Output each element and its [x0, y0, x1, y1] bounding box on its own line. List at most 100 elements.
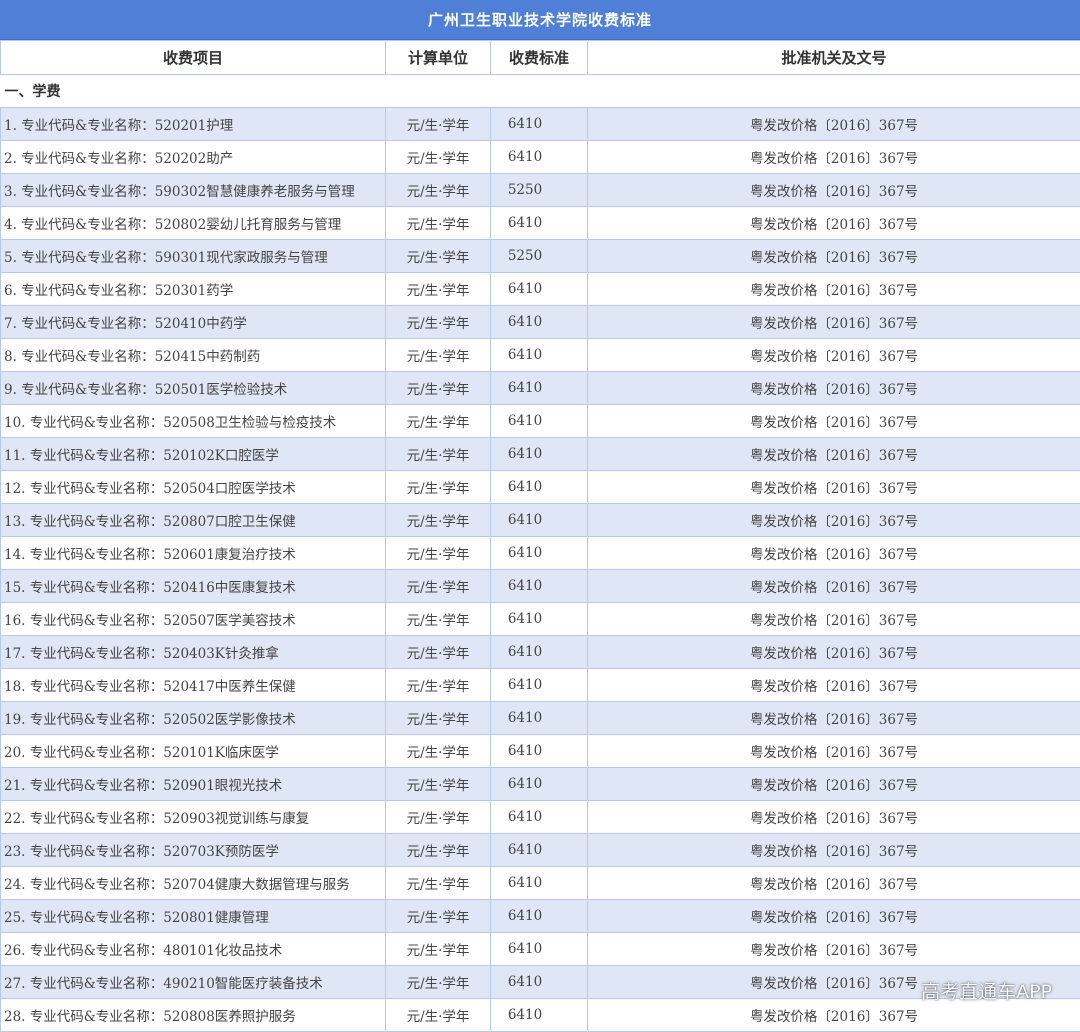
major-name-cell: 16. 专业代码&专业名称：520507医学美容技术: [1, 603, 386, 636]
unit-cell: 元/生·学年: [386, 768, 491, 801]
major-name-cell: 12. 专业代码&专业名称：520504口腔医学技术: [1, 471, 386, 504]
authority-cell: 粤发改价格〔2016〕367号: [588, 372, 1080, 405]
fee-cell: 6410: [491, 867, 588, 900]
unit-cell: 元/生·学年: [386, 669, 491, 702]
header-unit: 计算单位: [386, 41, 491, 75]
authority-cell: 粤发改价格〔2016〕367号: [588, 405, 1080, 438]
table-row: 16. 专业代码&专业名称：520507医学美容技术元/生·学年6410粤发改价…: [1, 603, 1080, 636]
table-row: 25. 专业代码&专业名称：520801健康管理元/生·学年6410粤发改价格〔…: [1, 900, 1080, 933]
authority-cell: 粤发改价格〔2016〕367号: [588, 669, 1080, 702]
fee-cell: 6410: [491, 900, 588, 933]
fee-cell: 6410: [491, 471, 588, 504]
fee-cell: 6410: [491, 372, 588, 405]
major-name-cell: 2. 专业代码&专业名称：520202助产: [1, 141, 386, 174]
major-name-cell: 28. 专业代码&专业名称：520808医养照护服务: [1, 999, 386, 1032]
major-name-cell: 22. 专业代码&专业名称：520903视觉训练与康复: [1, 801, 386, 834]
major-name-cell: 11. 专业代码&专业名称：520102K口腔医学: [1, 438, 386, 471]
table-row: 18. 专业代码&专业名称：520417中医养生保健元/生·学年6410粤发改价…: [1, 669, 1080, 702]
unit-cell: 元/生·学年: [386, 933, 491, 966]
fee-cell: 6410: [491, 570, 588, 603]
authority-cell: 粤发改价格〔2016〕367号: [588, 933, 1080, 966]
authority-cell: 粤发改价格〔2016〕367号: [588, 273, 1080, 306]
fee-cell: 6410: [491, 669, 588, 702]
fee-cell: 6410: [491, 438, 588, 471]
authority-cell: 粤发改价格〔2016〕367号: [588, 570, 1080, 603]
major-name-cell: 9. 专业代码&专业名称：520501医学检验技术: [1, 372, 386, 405]
authority-cell: 粤发改价格〔2016〕367号: [588, 438, 1080, 471]
major-name-cell: 10. 专业代码&专业名称：520508卫生检验与检疫技术: [1, 405, 386, 438]
fee-table: 收费项目 计算单位 收费标准 批准机关及文号 一、学费 1. 专业代码&专业名称…: [0, 40, 1080, 1032]
fee-cell: 6410: [491, 108, 588, 141]
unit-cell: 元/生·学年: [386, 834, 491, 867]
table-row: 10. 专业代码&专业名称：520508卫生检验与检疫技术元/生·学年6410粤…: [1, 405, 1080, 438]
unit-cell: 元/生·学年: [386, 141, 491, 174]
authority-cell: 粤发改价格〔2016〕367号: [588, 141, 1080, 174]
authority-cell: 粤发改价格〔2016〕367号: [588, 735, 1080, 768]
header-standard: 收费标准: [491, 41, 588, 75]
major-name-cell: 21. 专业代码&专业名称：520901眼视光技术: [1, 768, 386, 801]
header-authority: 批准机关及文号: [588, 41, 1080, 75]
fee-cell: 6410: [491, 801, 588, 834]
table-row: 26. 专业代码&专业名称：480101化妆品技术元/生·学年6410粤发改价格…: [1, 933, 1080, 966]
unit-cell: 元/生·学年: [386, 504, 491, 537]
authority-cell: 粤发改价格〔2016〕367号: [588, 207, 1080, 240]
authority-cell: 粤发改价格〔2016〕367号: [588, 174, 1080, 207]
major-name-cell: 19. 专业代码&专业名称：520502医学影像技术: [1, 702, 386, 735]
table-row: 17. 专业代码&专业名称：520403K针灸推拿元/生·学年6410粤发改价格…: [1, 636, 1080, 669]
authority-cell: 粤发改价格〔2016〕367号: [588, 834, 1080, 867]
major-name-cell: 23. 专业代码&专业名称：520703K预防医学: [1, 834, 386, 867]
table-row: 20. 专业代码&专业名称：520101K临床医学元/生·学年6410粤发改价格…: [1, 735, 1080, 768]
fee-cell: 6410: [491, 537, 588, 570]
major-name-cell: 3. 专业代码&专业名称：590302智慧健康养老服务与管理: [1, 174, 386, 207]
header-item: 收费项目: [1, 41, 386, 75]
major-name-cell: 25. 专业代码&专业名称：520801健康管理: [1, 900, 386, 933]
unit-cell: 元/生·学年: [386, 306, 491, 339]
unit-cell: 元/生·学年: [386, 339, 491, 372]
table-row: 4. 专业代码&专业名称：520802婴幼儿托育服务与管理元/生·学年6410粤…: [1, 207, 1080, 240]
page-title: 广州卫生职业技术学院收费标准: [0, 0, 1080, 40]
fee-cell: 6410: [491, 735, 588, 768]
fee-cell: 6410: [491, 405, 588, 438]
unit-cell: 元/生·学年: [386, 801, 491, 834]
unit-cell: 元/生·学年: [386, 999, 491, 1032]
table-row: 11. 专业代码&专业名称：520102K口腔医学元/生·学年6410粤发改价格…: [1, 438, 1080, 471]
fee-cell: 6410: [491, 603, 588, 636]
table-body: 一、学费 1. 专业代码&专业名称：520201护理元/生·学年6410粤发改价…: [1, 75, 1080, 1032]
authority-cell: 粤发改价格〔2016〕367号: [588, 900, 1080, 933]
table-row: 3. 专业代码&专业名称：590302智慧健康养老服务与管理元/生·学年5250…: [1, 174, 1080, 207]
authority-cell: 粤发改价格〔2016〕367号: [588, 108, 1080, 141]
authority-cell: 粤发改价格〔2016〕367号: [588, 603, 1080, 636]
fee-cell: 6410: [491, 636, 588, 669]
table-row: 12. 专业代码&专业名称：520504口腔医学技术元/生·学年6410粤发改价…: [1, 471, 1080, 504]
fee-cell: 6410: [491, 273, 588, 306]
table-row: 22. 专业代码&专业名称：520903视觉训练与康复元/生·学年6410粤发改…: [1, 801, 1080, 834]
unit-cell: 元/生·学年: [386, 207, 491, 240]
fee-cell: 6410: [491, 999, 588, 1032]
unit-cell: 元/生·学年: [386, 636, 491, 669]
table-row: 5. 专业代码&专业名称：590301现代家政服务与管理元/生·学年5250粤发…: [1, 240, 1080, 273]
fee-cell: 6410: [491, 933, 588, 966]
authority-cell: 粤发改价格〔2016〕367号: [588, 471, 1080, 504]
unit-cell: 元/生·学年: [386, 900, 491, 933]
table-row: 19. 专业代码&专业名称：520502医学影像技术元/生·学年6410粤发改价…: [1, 702, 1080, 735]
table-row: 23. 专业代码&专业名称：520703K预防医学元/生·学年6410粤发改价格…: [1, 834, 1080, 867]
major-name-cell: 5. 专业代码&专业名称：590301现代家政服务与管理: [1, 240, 386, 273]
unit-cell: 元/生·学年: [386, 603, 491, 636]
table-row: 15. 专业代码&专业名称：520416中医康复技术元/生·学年6410粤发改价…: [1, 570, 1080, 603]
table-row: 9. 专业代码&专业名称：520501医学检验技术元/生·学年6410粤发改价格…: [1, 372, 1080, 405]
unit-cell: 元/生·学年: [386, 174, 491, 207]
unit-cell: 元/生·学年: [386, 438, 491, 471]
authority-cell: 粤发改价格〔2016〕367号: [588, 240, 1080, 273]
major-name-cell: 8. 专业代码&专业名称：520415中药制药: [1, 339, 386, 372]
table-row: 1. 专业代码&专业名称：520201护理元/生·学年6410粤发改价格〔201…: [1, 108, 1080, 141]
watermark: 高考直通车APP: [921, 977, 1052, 1004]
major-name-cell: 1. 专业代码&专业名称：520201护理: [1, 108, 386, 141]
table-row: 2. 专业代码&专业名称：520202助产元/生·学年6410粤发改价格〔201…: [1, 141, 1080, 174]
major-name-cell: 26. 专业代码&专业名称：480101化妆品技术: [1, 933, 386, 966]
table-row: 8. 专业代码&专业名称：520415中药制药元/生·学年6410粤发改价格〔2…: [1, 339, 1080, 372]
unit-cell: 元/生·学年: [386, 108, 491, 141]
unit-cell: 元/生·学年: [386, 735, 491, 768]
fee-cell: 6410: [491, 504, 588, 537]
major-name-cell: 27. 专业代码&专业名称：490210智能医疗装备技术: [1, 966, 386, 999]
major-name-cell: 24. 专业代码&专业名称：520704健康大数据管理与服务: [1, 867, 386, 900]
